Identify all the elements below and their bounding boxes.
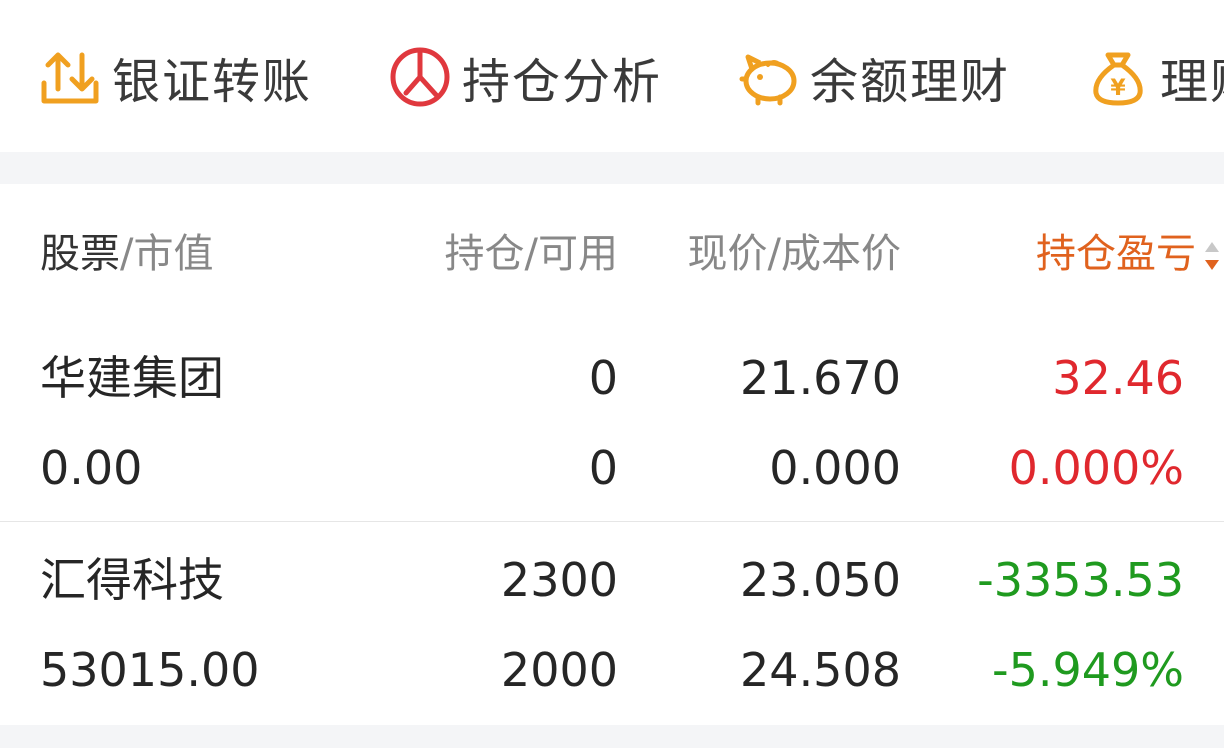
current-price: 21.670 <box>740 351 901 405</box>
header-price-cost: 现价/成本价 <box>687 231 901 277</box>
pnl-percent: -5.949% <box>992 643 1184 697</box>
transfer-icon <box>41 52 99 104</box>
bank-transfer-button[interactable]: 银证转账 <box>38 44 312 110</box>
money-bag-icon: ¥ <box>1093 52 1143 106</box>
bottom-separator <box>0 725 1224 748</box>
balance-finance-button[interactable]: 余额理财 <box>736 44 1010 110</box>
header-pnl-sort[interactable]: 持仓盈亏 <box>1036 226 1196 282</box>
stock-name: 华建集团 <box>40 351 224 405</box>
pnl-amount: 32.46 <box>1052 351 1184 405</box>
available: 2000 <box>500 643 618 697</box>
market-value: 53015.00 <box>40 643 260 697</box>
header-holding-available: 持仓/可用 <box>444 231 618 277</box>
bank-transfer-label: 银证转账 <box>112 54 313 110</box>
piggy-bank-icon <box>739 54 797 106</box>
available: 0 <box>588 441 618 495</box>
pnl-amount: -3353.53 <box>977 553 1184 607</box>
sort-icon[interactable] <box>1200 236 1224 276</box>
balance-finance-label: 余额理财 <box>810 54 1011 110</box>
section-separator <box>0 152 1224 184</box>
cost-price: 0.000 <box>769 441 901 495</box>
header-stock: 股票 <box>40 231 120 277</box>
position-analysis-button[interactable]: 持仓分析 <box>388 44 662 110</box>
cost-price: 24.508 <box>740 643 901 697</box>
holdings-page: 银证转账 持仓分析 余额理财 ¥ 理 股票/市值 持仓/可用 现价/成本价 持仓… <box>0 0 1224 748</box>
holding: 2300 <box>500 553 618 607</box>
wealth-management-button[interactable]: ¥ 理财 <box>1086 44 1224 110</box>
quick-toolbar: 银证转账 持仓分析 余额理财 ¥ 理 <box>0 0 1224 152</box>
stock-name: 汇得科技 <box>40 553 224 607</box>
header-stock-market-value: 股票/市值 <box>40 226 213 282</box>
current-price: 23.050 <box>740 553 901 607</box>
wealth-management-label: 理财 <box>1160 54 1224 110</box>
position-analysis-label: 持仓分析 <box>462 54 663 110</box>
row-divider <box>0 521 1224 522</box>
header-market-value: /市值 <box>120 231 214 277</box>
svg-text:¥: ¥ <box>1110 76 1126 101</box>
pie-chart-icon <box>390 47 450 107</box>
pnl-percent: 0.000% <box>1008 441 1184 495</box>
holding: 0 <box>588 351 618 405</box>
market-value: 0.00 <box>40 441 143 495</box>
